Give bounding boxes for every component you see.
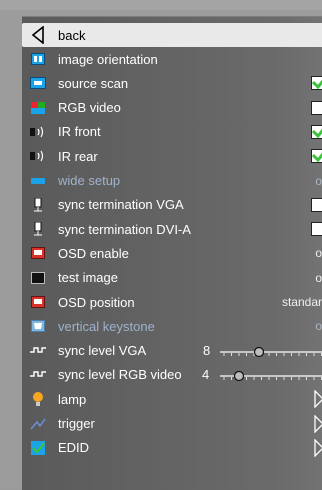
test-image-icon [30,270,46,286]
menu-item-label: test image [58,270,118,286]
checkbox-unchecked[interactable] [311,197,322,212]
menu-item-ir-front[interactable]: IR front [22,120,322,144]
sync-termination-vga-icon [30,197,46,213]
setting-value: standar [281,295,322,309]
level-slider[interactable] [218,369,322,381]
slider-value: 8 [203,343,211,359]
level-slider[interactable] [218,345,322,357]
back-label: back [58,27,86,43]
back-menu-item[interactable]: back [22,23,322,47]
menu-item-label: IR front [58,124,101,140]
menu-item-label: sync termination DVI-A [58,221,191,237]
menu-item-label: sync termination VGA [58,197,184,213]
menu-item-ir-rear[interactable]: IR rear [22,144,322,168]
rgb-video-icon [30,100,46,116]
menu-item-sync-termination-vga[interactable]: sync termination VGA [22,193,322,217]
osd-menu-panel: back image orientation source scan RGB vid… [22,16,322,490]
menu-item-label: EDID [58,440,90,456]
ir-front-icon [30,124,46,140]
osd-position-icon [30,294,46,310]
checkbox-unchecked[interactable] [311,100,322,115]
menu-item-label: trigger [58,416,95,431]
checkbox-checked[interactable] [311,149,322,164]
menu-item-rgb-video[interactable]: RGB video [22,96,322,120]
setting-value: o [315,173,322,188]
setting-value: o [315,246,322,261]
osd-frame: back image orientation source scan RGB vid… [0,0,322,490]
submenu-arrow-icon[interactable] [314,438,322,458]
menu-item-osd-position[interactable]: OSD position standar [22,290,322,314]
menu-item-osd-enable[interactable]: OSD enable o [22,241,322,265]
menu-item-label: vertical keystone [58,318,155,334]
submenu-arrow-icon[interactable] [314,389,322,409]
menu-item-sync-level-vga[interactable]: sync level VGA 8 [22,339,322,363]
menu-item-trigger[interactable]: trigger [22,412,322,436]
menu-item-label: IR rear [58,148,98,164]
sync-termination-dvi-icon [30,221,46,237]
osd-enable-icon [30,245,46,261]
slider-knob[interactable] [233,370,245,381]
menu-item-label: source scan [58,75,129,91]
setting-value: o [315,270,322,285]
back-arrow-icon [30,26,46,44]
wide-setup-icon [30,173,46,189]
menu-item-lamp[interactable]: lamp [22,387,322,411]
menu-item-label: OSD enable [58,245,129,261]
menu-item-edid[interactable]: EDID [22,436,322,460]
menu-item-test-image[interactable]: test image o [22,266,322,290]
menu-item-label: lamp [58,391,87,407]
checkbox-checked[interactable] [311,76,322,91]
menu-item-label: wide setup [58,173,121,188]
menu-item-vertical-keystone: vertical keystone o [22,314,322,338]
menu-item-label: image orientation [58,51,158,67]
lamp-icon [30,391,46,407]
menu-item-label: OSD position [58,294,135,310]
setting-value: o [315,319,322,334]
menu-item-source-scan[interactable]: source scan [22,71,322,95]
submenu-arrow-icon[interactable] [314,413,322,434]
source-scan-icon [30,75,46,91]
menu-item-sync-termination-dvi-a[interactable]: sync termination DVI-A [22,217,322,241]
slider-value: 4 [202,367,210,383]
menu-item-label: sync level VGA [58,343,147,359]
checkmark-icon [311,152,322,163]
menu-item-image-orientation[interactable]: image orientation [22,47,322,71]
trigger-icon [30,416,46,432]
checkmark-icon [311,128,322,139]
checkbox-unchecked[interactable] [311,222,322,237]
ir-rear-icon [30,148,46,164]
checkbox-checked[interactable] [311,124,322,139]
sync-level-rgb-icon [30,367,46,383]
menu-item-wide-setup: wide setup o [22,169,322,193]
menu-item-label: RGB video [58,100,121,116]
menu-item-sync-level-rgb-video[interactable]: sync level RGB video 4 [22,363,322,387]
image-orientation-icon [30,51,46,67]
edid-icon [30,440,46,456]
vertical-keystone-icon [30,318,46,334]
top-strip [0,0,322,10]
menu-item-label: sync level RGB video [58,367,182,383]
slider-knob[interactable] [253,346,265,357]
sync-level-vga-icon [30,343,46,359]
checkmark-icon [311,80,322,90]
